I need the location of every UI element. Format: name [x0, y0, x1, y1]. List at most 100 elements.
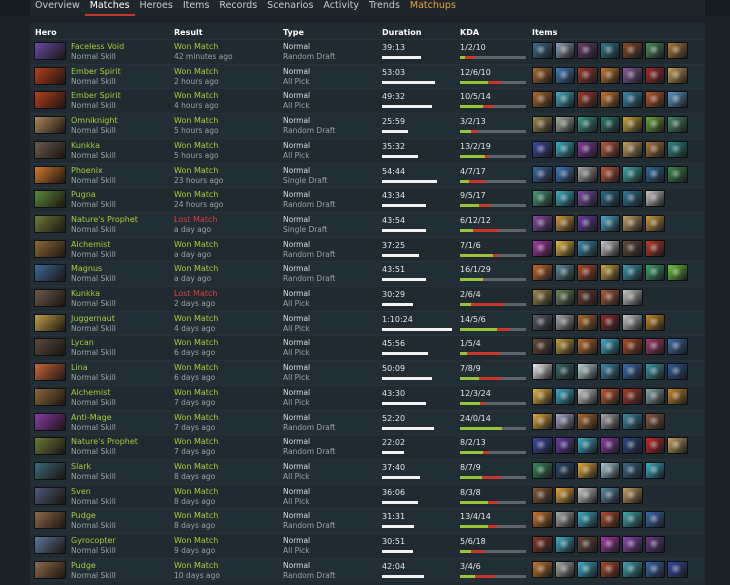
tab-records[interactable]: Records: [214, 0, 262, 15]
match-result[interactable]: Lost Match: [174, 215, 217, 224]
match-result[interactable]: Won Match: [174, 166, 218, 175]
hero-portrait[interactable]: [34, 239, 66, 258]
item-icon[interactable]: [644, 165, 665, 183]
hero-portrait[interactable]: [34, 461, 66, 480]
hero-name[interactable]: Lina: [71, 363, 88, 372]
item-icon[interactable]: [554, 486, 575, 504]
item-icon[interactable]: [554, 363, 575, 381]
item-icon[interactable]: [577, 190, 598, 208]
hero-portrait[interactable]: [34, 313, 66, 332]
hero-name[interactable]: Ember Spirit: [71, 91, 121, 100]
hero-portrait[interactable]: [34, 387, 66, 406]
hero-portrait[interactable]: [34, 116, 66, 135]
hero-portrait[interactable]: [34, 486, 66, 505]
hero-name[interactable]: Pudge: [71, 511, 96, 520]
header-duration[interactable]: Duration: [382, 28, 421, 37]
item-icon[interactable]: [577, 214, 598, 232]
match-result[interactable]: Won Match: [174, 42, 218, 51]
hero-name[interactable]: Gyrocopter: [71, 536, 116, 545]
match-row[interactable]: Ember Spirit Normal Skill Won Match 2 hours…: [30, 63, 705, 89]
hero-portrait[interactable]: [34, 560, 66, 579]
item-icon[interactable]: [554, 190, 575, 208]
item-icon[interactable]: [622, 486, 643, 504]
item-icon[interactable]: [667, 165, 688, 183]
item-icon[interactable]: [599, 190, 620, 208]
item-icon[interactable]: [554, 140, 575, 158]
hero-portrait[interactable]: [34, 363, 66, 382]
hero-name[interactable]: Alchemist: [71, 240, 110, 249]
match-result[interactable]: Won Match: [174, 536, 218, 545]
item-icon[interactable]: [532, 486, 553, 504]
item-icon[interactable]: [577, 116, 598, 134]
item-icon[interactable]: [599, 486, 620, 504]
item-icon[interactable]: [532, 313, 553, 331]
item-icon[interactable]: [554, 412, 575, 430]
item-icon[interactable]: [667, 387, 688, 405]
hero-portrait[interactable]: [34, 165, 66, 184]
item-icon[interactable]: [577, 437, 598, 455]
hero-name[interactable]: Ember Spirit: [71, 67, 121, 76]
match-row[interactable]: Lycan Normal Skill Won Match 6 days ago Norm…: [30, 335, 705, 360]
item-icon[interactable]: [599, 338, 620, 356]
item-icon[interactable]: [644, 66, 665, 84]
match-result[interactable]: Won Match: [174, 487, 218, 496]
match-result[interactable]: Won Match: [174, 561, 218, 570]
item-icon[interactable]: [554, 511, 575, 529]
item-icon[interactable]: [599, 387, 620, 405]
match-result[interactable]: Won Match: [174, 240, 218, 249]
item-icon[interactable]: [599, 313, 620, 331]
item-icon[interactable]: [577, 338, 598, 356]
item-icon[interactable]: [667, 363, 688, 381]
item-icon[interactable]: [599, 42, 620, 59]
item-icon[interactable]: [644, 190, 665, 208]
match-row[interactable]: Nature's Prophet Normal Skill Lost Match a …: [30, 211, 705, 237]
tab-items[interactable]: Items: [178, 0, 215, 15]
hero-name[interactable]: Faceless Void: [71, 42, 124, 51]
item-icon[interactable]: [577, 313, 598, 331]
item-icon[interactable]: [554, 42, 575, 59]
item-icon[interactable]: [599, 412, 620, 430]
match-row[interactable]: Sven Normal Skill Won Match 8 days ago Norma…: [30, 483, 705, 509]
item-icon[interactable]: [554, 239, 575, 257]
hero-portrait[interactable]: [34, 66, 66, 85]
tab-trends[interactable]: Trends: [364, 0, 405, 15]
hero-portrait[interactable]: [34, 338, 66, 357]
match-result[interactable]: Won Match: [174, 141, 218, 150]
header-items[interactable]: Items: [532, 28, 557, 37]
match-result[interactable]: Won Match: [174, 388, 218, 397]
tab-scenarios[interactable]: Scenarios: [262, 0, 318, 15]
item-icon[interactable]: [532, 536, 553, 553]
item-icon[interactable]: [599, 116, 620, 134]
item-icon[interactable]: [622, 412, 643, 430]
match-row[interactable]: Slark Normal Skill Won Match 8 days ago Norm…: [30, 458, 705, 484]
item-icon[interactable]: [622, 461, 643, 479]
hero-portrait[interactable]: [34, 190, 66, 209]
match-row[interactable]: Kunkka Normal Skill Lost Match 2 days ago No…: [30, 286, 705, 311]
item-icon[interactable]: [532, 387, 553, 405]
match-row[interactable]: Pudge Normal Skill Won Match 10 days ago Nor…: [30, 557, 705, 583]
item-icon[interactable]: [599, 560, 620, 578]
item-icon[interactable]: [554, 437, 575, 455]
item-icon[interactable]: [622, 116, 643, 134]
item-icon[interactable]: [532, 214, 553, 232]
tab-heroes[interactable]: Heroes: [135, 0, 178, 15]
item-icon[interactable]: [532, 461, 553, 479]
item-icon[interactable]: [667, 560, 688, 578]
match-result[interactable]: Won Match: [174, 190, 218, 199]
item-icon[interactable]: [644, 412, 665, 430]
hero-portrait[interactable]: [34, 437, 66, 456]
item-icon[interactable]: [599, 289, 620, 306]
item-icon[interactable]: [644, 387, 665, 405]
hero-name[interactable]: Juggernaut: [71, 314, 115, 323]
match-result[interactable]: Won Match: [174, 413, 218, 422]
item-icon[interactable]: [644, 560, 665, 578]
item-icon[interactable]: [532, 42, 553, 59]
match-result[interactable]: Won Match: [174, 67, 218, 76]
tab-activity[interactable]: Activity: [318, 0, 364, 15]
item-icon[interactable]: [622, 190, 643, 208]
item-icon[interactable]: [577, 536, 598, 553]
item-icon[interactable]: [554, 66, 575, 84]
item-icon[interactable]: [577, 486, 598, 504]
match-result[interactable]: Won Match: [174, 91, 218, 100]
item-icon[interactable]: [622, 289, 643, 306]
